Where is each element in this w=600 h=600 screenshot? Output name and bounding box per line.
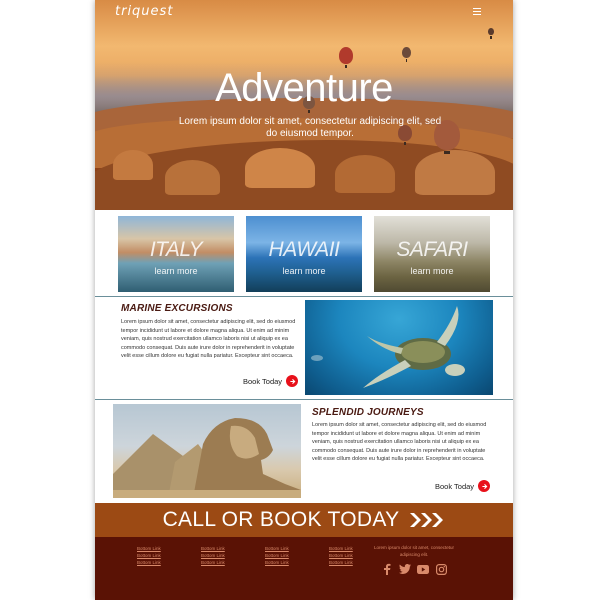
hamburger-menu-icon[interactable] bbox=[473, 8, 481, 15]
book-today-button[interactable]: Book Today bbox=[243, 375, 299, 387]
arrow-right-icon bbox=[478, 480, 491, 492]
book-today-label: Book Today bbox=[243, 376, 283, 386]
sea-turtle-photo bbox=[305, 300, 493, 395]
destination-card-italy[interactable]: ITALY learn more bbox=[118, 216, 234, 292]
section-divider bbox=[95, 399, 513, 400]
call-or-book-banner[interactable]: CALL OR BOOK TODAY bbox=[95, 503, 513, 537]
footer-link[interactable]: Bottom Link bbox=[265, 552, 289, 559]
balloon bbox=[339, 47, 353, 68]
balloon bbox=[488, 28, 494, 39]
feature-title-marine: MARINE EXCURSIONS bbox=[121, 303, 233, 314]
hero-rock bbox=[165, 160, 220, 195]
footer-link[interactable]: Bottom Link bbox=[329, 545, 353, 552]
footer-link[interactable]: Bottom Link bbox=[201, 559, 225, 566]
footer-link[interactable]: Bottom Link bbox=[329, 559, 353, 566]
youtube-icon[interactable] bbox=[417, 563, 429, 575]
social-icons bbox=[381, 563, 447, 575]
sphinx-photo bbox=[113, 404, 301, 498]
destination-label: SAFARI bbox=[396, 238, 468, 261]
hero-banner: triquest Adventure Lorem ipsum dolor sit… bbox=[95, 0, 513, 210]
footer-link-column: Bottom Link Bottom Link Bottom Link bbox=[329, 545, 353, 566]
hero-rock bbox=[415, 150, 495, 195]
cta-banner-text: CALL OR BOOK TODAY bbox=[162, 508, 400, 531]
footer-link[interactable]: Bottom Link bbox=[137, 545, 161, 552]
twitter-icon[interactable] bbox=[399, 563, 411, 575]
footer-link[interactable]: Bottom Link bbox=[201, 552, 225, 559]
learn-more-link[interactable]: learn more bbox=[374, 266, 490, 276]
footer-link-column: Bottom Link Bottom Link Bottom Link bbox=[201, 545, 225, 566]
learn-more-link[interactable]: learn more bbox=[246, 266, 362, 276]
footer-link[interactable]: Bottom Link bbox=[137, 559, 161, 566]
arrow-right-icon bbox=[286, 375, 299, 387]
hero-subtitle: Lorem ipsum dolor sit amet, consectetur … bbox=[178, 116, 442, 139]
footer-text: Lorem ipsum dolor sit amet, consectetur … bbox=[373, 545, 455, 557]
footer-link-column: Bottom Link Bottom Link Bottom Link bbox=[265, 545, 289, 566]
site-logo[interactable]: triquest bbox=[115, 4, 173, 19]
book-today-button[interactable]: Book Today bbox=[435, 480, 491, 492]
page: triquest Adventure Lorem ipsum dolor sit… bbox=[95, 0, 513, 600]
feature-body-marine: Lorem ipsum dolor sit amet, consectetur … bbox=[121, 319, 296, 360]
footer-link[interactable]: Bottom Link bbox=[265, 559, 289, 566]
balloon bbox=[402, 47, 411, 62]
destination-label: ITALY bbox=[149, 238, 203, 261]
hero-rock bbox=[245, 148, 315, 188]
facebook-icon[interactable] bbox=[381, 563, 393, 575]
footer-link[interactable]: Bottom Link bbox=[329, 552, 353, 559]
instagram-icon[interactable] bbox=[435, 563, 447, 575]
destination-card-safari[interactable]: SAFARI learn more bbox=[374, 216, 490, 292]
hero-rock bbox=[335, 155, 395, 193]
feature-body-journeys: Lorem ipsum dolor sit amet, consectetur … bbox=[312, 422, 487, 463]
hero-rock bbox=[113, 150, 153, 180]
footer-link[interactable]: Bottom Link bbox=[201, 545, 225, 552]
learn-more-link[interactable]: learn more bbox=[118, 266, 234, 276]
footer-link[interactable]: Bottom Link bbox=[137, 552, 161, 559]
destination-label: HAWAII bbox=[268, 238, 340, 261]
book-today-label: Book Today bbox=[435, 481, 475, 491]
destination-card-hawaii[interactable]: HAWAII learn more bbox=[246, 216, 362, 292]
section-divider bbox=[95, 296, 513, 297]
feature-title-journeys: SPLENDID JOURNEYS bbox=[312, 407, 424, 418]
footer-link-column: Bottom Link Bottom Link Bottom Link bbox=[137, 545, 161, 566]
hero-title: Adventure bbox=[215, 66, 393, 110]
footer: Bottom Link Bottom Link Bottom Link Bott… bbox=[95, 537, 513, 600]
triple-chevron-right-icon bbox=[410, 513, 444, 527]
footer-link[interactable]: Bottom Link bbox=[265, 545, 289, 552]
